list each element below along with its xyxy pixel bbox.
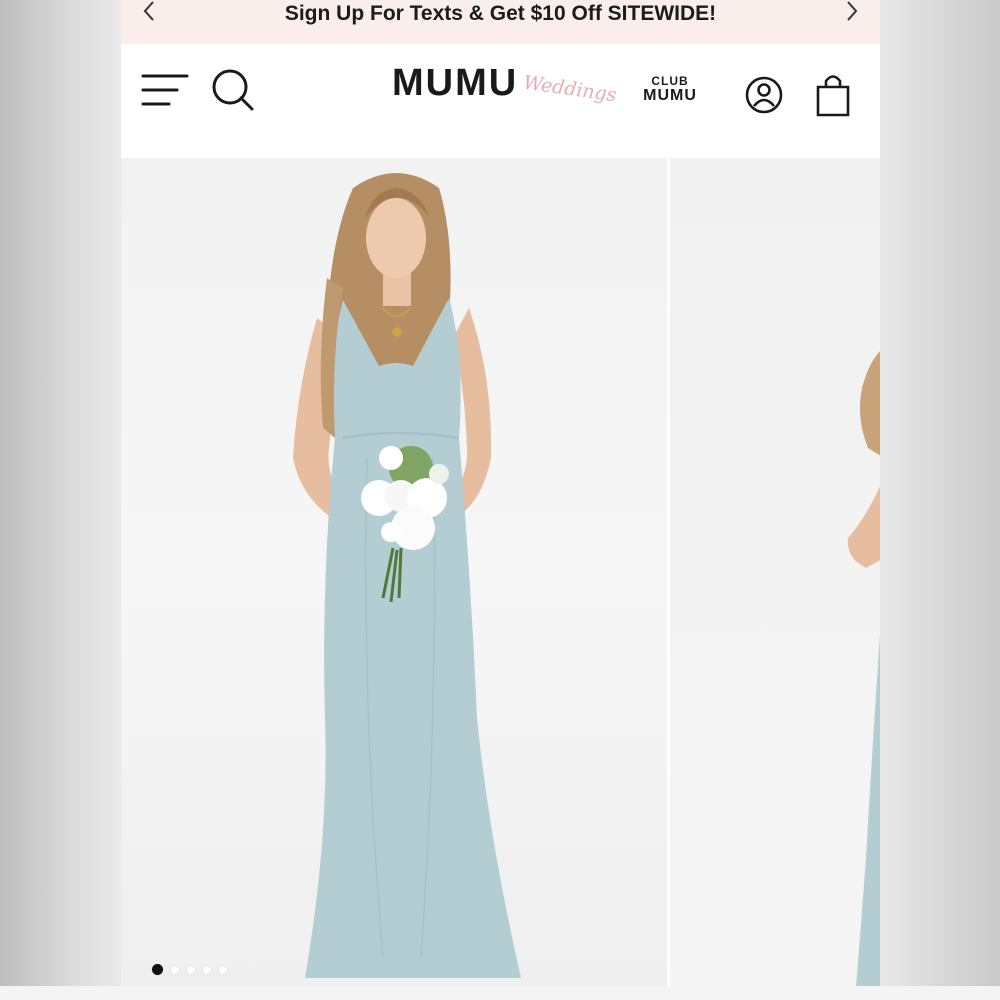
brand-logo[interactable]: MUMU Weddings <box>392 62 618 120</box>
product-photo-main[interactable] <box>121 158 667 986</box>
menu-button[interactable] <box>141 72 189 113</box>
carousel-dot[interactable] <box>187 965 195 974</box>
logo-wordmark: MUMU <box>392 62 519 104</box>
carousel-dots <box>152 964 227 975</box>
search-icon <box>212 69 254 111</box>
carousel-dot[interactable] <box>203 965 211 974</box>
carousel-dot[interactable] <box>152 964 163 975</box>
bottom-strip <box>0 986 1000 1000</box>
club-label-small: CLUB <box>651 74 689 88</box>
club-mumu-link[interactable]: CLUB MUMU <box>640 74 700 105</box>
account-button[interactable] <box>745 76 783 119</box>
mobile-page: Sign Up For Texts & Get $10 Off SITEWIDE… <box>121 0 880 986</box>
model-figure <box>293 173 521 978</box>
chevron-right-icon <box>847 1 858 21</box>
search-button[interactable] <box>211 68 255 117</box>
chevron-left-icon <box>143 1 154 21</box>
background-right <box>879 0 1000 1000</box>
promo-prev-button[interactable] <box>133 0 165 22</box>
club-label-big: MUMU <box>643 87 697 104</box>
carousel-dot[interactable] <box>219 965 227 974</box>
cart-button[interactable] <box>815 72 851 123</box>
logo-script: Weddings <box>521 71 618 107</box>
promo-text: Sign Up For Texts & Get $10 Off SITEWIDE… <box>284 2 717 25</box>
menu-icon <box>141 74 189 106</box>
promo-banner[interactable]: Sign Up For Texts & Get $10 Off SITEWIDE… <box>121 0 880 44</box>
background-left <box>0 0 121 1000</box>
site-header: MUMU Weddings CLUB MUMU <box>121 44 880 158</box>
product-photo-next[interactable] <box>670 158 880 986</box>
model-figure-partial <box>847 351 880 986</box>
promo-next-button[interactable] <box>836 0 868 22</box>
product-gallery[interactable] <box>121 158 880 986</box>
carousel-dot[interactable] <box>171 965 179 974</box>
account-icon <box>745 76 783 114</box>
shopping-bag-icon <box>816 75 850 117</box>
